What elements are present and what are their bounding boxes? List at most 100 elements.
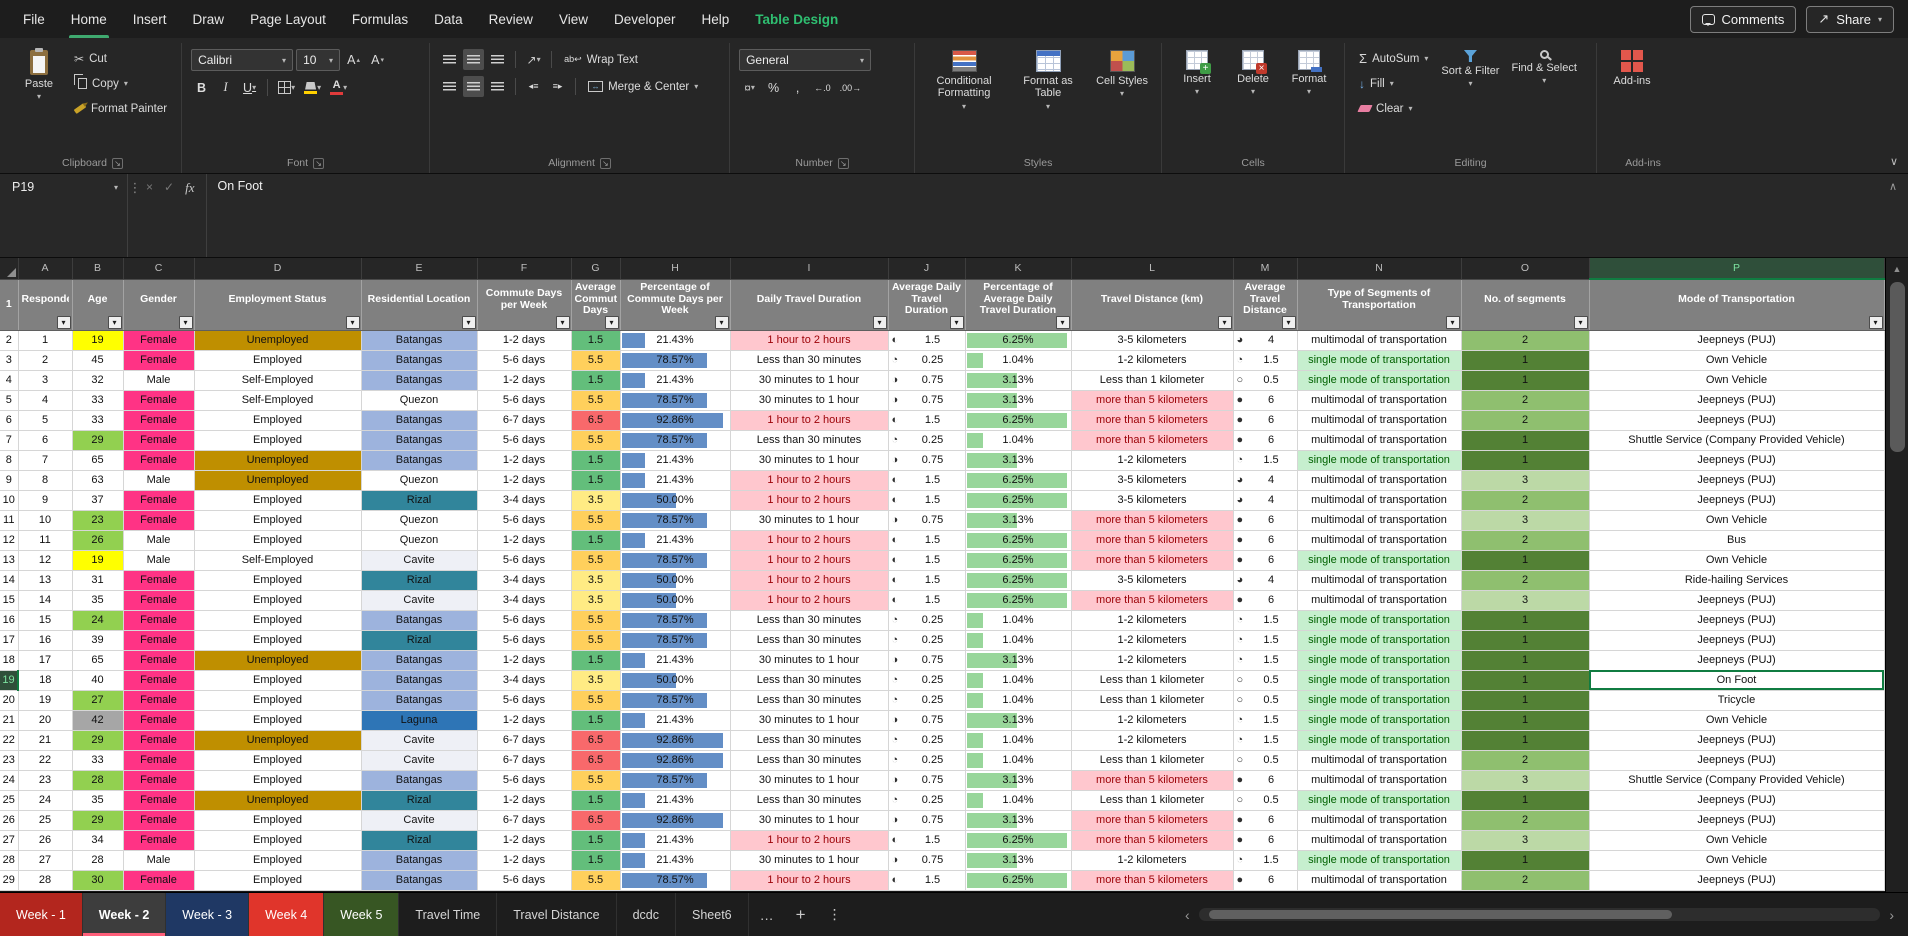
sheet-tab-sheet6[interactable]: Sheet6 [676,893,749,936]
cell-C9[interactable]: Male [123,470,195,491]
cell-M5[interactable]: ● 6 [1233,390,1298,411]
cell-E10[interactable]: Rizal [361,490,478,511]
cell-F27[interactable]: 1-2 days [477,830,572,851]
cell-O27[interactable]: 3 [1461,830,1590,851]
cell-F20[interactable]: 5-6 days [477,690,572,711]
horizontal-scroll-thumb[interactable] [1208,910,1673,919]
cell-D11[interactable]: Employed [194,510,362,531]
enter-icon[interactable]: ✓ [164,180,174,257]
cell-N9[interactable]: multimodal of transportation [1297,470,1462,491]
cell-D6[interactable]: Employed [194,410,362,431]
dialog-launcher-icon[interactable]: ↘ [313,157,325,169]
font-size-select[interactable]: 10 ▾ [296,49,341,71]
row-number-1[interactable]: 1 [0,279,19,331]
cell-P11[interactable]: Own Vehicle [1589,510,1885,531]
cell-G13[interactable]: 5.5 [571,550,621,571]
insert-cells-button[interactable]: Insert ▾ [1171,45,1223,99]
cell-L22[interactable]: 1-2 kilometers [1071,730,1234,751]
cell-H18[interactable]: 21.43% [620,650,731,671]
cell-H2[interactable]: 21.43% [620,330,731,351]
cell-I20[interactable]: Less than 30 minutes [730,690,889,711]
cell-L21[interactable]: 1-2 kilometers [1071,710,1234,731]
cell-E27[interactable]: Rizal [361,830,478,851]
cell-K22[interactable]: 1.04% [965,730,1072,751]
cell-N23[interactable]: multimodal of transportation [1297,750,1462,771]
cell-N2[interactable]: multimodal of transportation [1297,330,1462,351]
sheet-tab-week-5[interactable]: Week 5 [324,893,400,936]
drag-handle[interactable]: ⋮ [128,174,142,257]
cell-O14[interactable]: 2 [1461,570,1590,591]
cell-M3[interactable]: ◔ 1.5 [1233,350,1298,371]
cell-E12[interactable]: Quezon [361,530,478,551]
cell-N26[interactable]: multimodal of transportation [1297,810,1462,831]
cell-G16[interactable]: 5.5 [571,610,621,631]
cell-B12[interactable]: 26 [72,530,124,551]
cell-P4[interactable]: Own Vehicle [1589,370,1885,391]
menu-tab-review[interactable]: Review [476,0,546,38]
cell-O15[interactable]: 3 [1461,590,1590,611]
cell-E18[interactable]: Batangas [361,650,478,671]
cell-K17[interactable]: 1.04% [965,630,1072,651]
cell-D25[interactable]: Unemployed [194,790,362,811]
cell-B5[interactable]: 33 [72,390,124,411]
filter-dropdown-icon-F[interactable]: ▾ [555,315,570,329]
cell-H27[interactable]: 21.43% [620,830,731,851]
cell-J11[interactable]: ◑ 0.75 [888,510,966,531]
cell-O6[interactable]: 2 [1461,410,1590,431]
cell-O3[interactable]: 1 [1461,350,1590,371]
cell-H25[interactable]: 21.43% [620,790,731,811]
cell-G27[interactable]: 1.5 [571,830,621,851]
italic-button[interactable]: I [215,77,236,98]
cell-E13[interactable]: Cavite [361,550,478,571]
decrease-decimal-button[interactable]: .00→ [837,77,865,98]
filter-dropdown-icon-C[interactable]: ▾ [178,315,193,329]
row-number-4[interactable]: 4 [0,370,19,391]
cell-K20[interactable]: 1.04% [965,690,1072,711]
sheet-tab-travel-distance[interactable]: Travel Distance [497,893,617,936]
align-middle-button[interactable] [463,49,485,70]
cell-J27[interactable]: ◐ 1.5 [888,830,966,851]
cell-P15[interactable]: Jeepneys (PUJ) [1589,590,1885,611]
align-left-button[interactable] [439,76,460,97]
cell-J22[interactable]: ◔ 0.25 [888,730,966,751]
cell-J9[interactable]: ◐ 1.5 [888,470,966,491]
cell-M12[interactable]: ● 6 [1233,530,1298,551]
cell-O12[interactable]: 2 [1461,530,1590,551]
column-letter-P[interactable]: P [1589,258,1885,280]
fill-color-button[interactable]: ▾ [301,77,324,98]
cell-B6[interactable]: 33 [72,410,124,431]
sheet-tab-dcdc[interactable]: dcdc [617,893,677,936]
cell-F9[interactable]: 1-2 days [477,470,572,491]
cell-C5[interactable]: Female [123,390,195,411]
new-sheet-button[interactable]: + [785,893,817,936]
cell-A3[interactable]: 2 [18,350,73,371]
cell-F2[interactable]: 1-2 days [477,330,572,351]
format-as-table-button[interactable]: Format as Table ▾ [1008,45,1088,114]
header-cell-G[interactable]: Average Commute Days▾ [571,279,621,331]
cell-M8[interactable]: ◔ 1.5 [1233,450,1298,471]
cell-O21[interactable]: 1 [1461,710,1590,731]
cell-K21[interactable]: 3.13% [965,710,1072,731]
cell-L15[interactable]: more than 5 kilometers [1071,590,1234,611]
header-cell-C[interactable]: Gender ▾ [123,279,195,331]
cell-C4[interactable]: Male [123,370,195,391]
cell-B10[interactable]: 37 [72,490,124,511]
cell-O28[interactable]: 1 [1461,850,1590,871]
delete-cells-button[interactable]: Delete ▾ [1227,45,1279,99]
cell-J2[interactable]: ◐ 1.5 [888,330,966,351]
cell-A12[interactable]: 11 [18,530,73,551]
cell-A21[interactable]: 20 [18,710,73,731]
cell-G5[interactable]: 5.5 [571,390,621,411]
filter-dropdown-icon-N[interactable]: ▾ [1445,315,1460,329]
cell-G2[interactable]: 1.5 [571,330,621,351]
cell-H5[interactable]: 78.57% [620,390,731,411]
cell-N12[interactable]: multimodal of transportation [1297,530,1462,551]
cell-J10[interactable]: ◐ 1.5 [888,490,966,511]
cell-P16[interactable]: Jeepneys (PUJ) [1589,610,1885,631]
accounting-format-button[interactable]: ¤ ▾ [739,77,760,98]
cell-M21[interactable]: ◔ 1.5 [1233,710,1298,731]
cell-E14[interactable]: Rizal [361,570,478,591]
cell-P2[interactable]: Jeepneys (PUJ) [1589,330,1885,351]
cell-E29[interactable]: Batangas [361,870,478,891]
cell-M6[interactable]: ● 6 [1233,410,1298,431]
